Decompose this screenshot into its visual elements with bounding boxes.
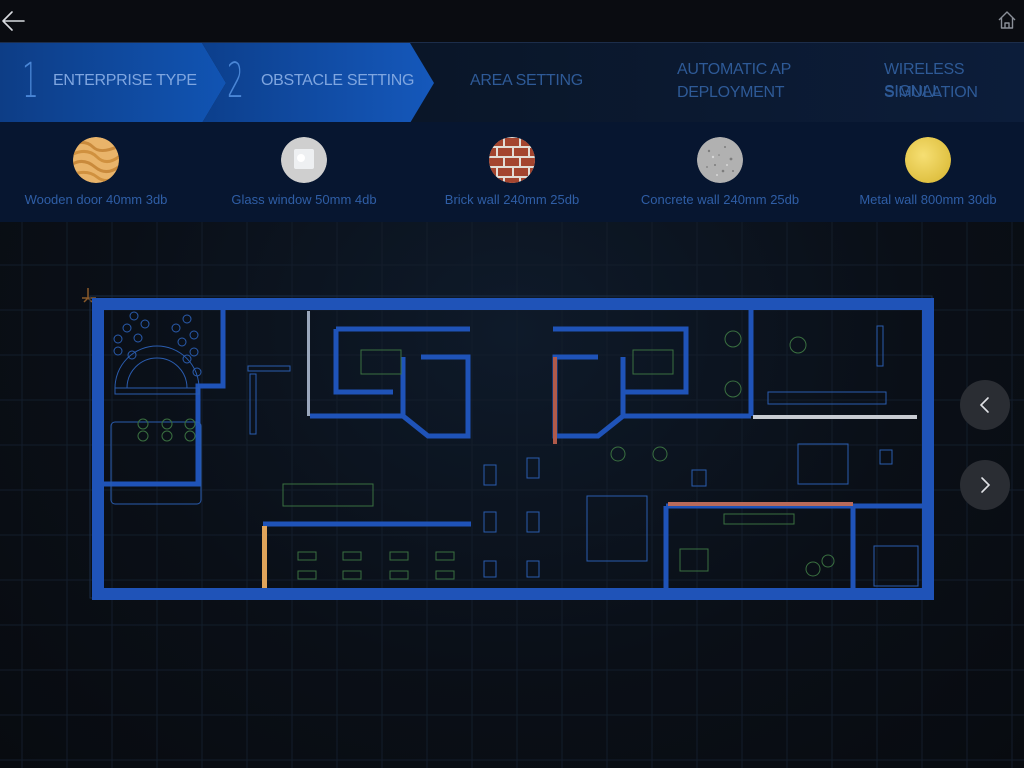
step-number: 2 [227, 53, 244, 109]
step-number: 1 [22, 53, 39, 109]
step-wireless-signal-simulation[interactable]: WIRELESS SIGNAL SIMULATION [870, 43, 1024, 123]
wooden-door-segment[interactable] [262, 526, 267, 588]
chevron-left-icon [979, 397, 989, 413]
step-label-line2: SIMULATION [884, 84, 978, 101]
material-label: Wooden door 40mm 3db [24, 192, 168, 207]
step-label-line2: DEPLOYMENT [677, 84, 785, 101]
step-area-setting[interactable]: AREA SETTING [440, 43, 620, 123]
concrete-texture-icon [697, 137, 743, 183]
material-label: Glass window 50mm 4db [231, 192, 377, 207]
step-label: ENTERPRISE TYPE [53, 72, 197, 89]
material-glass-window[interactable]: Glass window 50mm 4db [204, 122, 404, 222]
plan-boundary [89, 295, 933, 599]
floor-plan[interactable] [78, 284, 940, 604]
material-label: Brick wall 240mm 25db [444, 192, 580, 207]
obstacle-materials: Wooden door 40mm 3db Glass window 50mm 4… [0, 122, 1024, 222]
brick-wall-segment[interactable] [668, 502, 853, 506]
glass-texture-icon [281, 137, 327, 183]
home-button[interactable] [996, 9, 1018, 31]
step-label: OBSTACLE SETTING [261, 72, 415, 89]
material-label: Concrete wall 240mm 25db [640, 192, 800, 207]
wood-texture-icon [73, 137, 119, 183]
furniture-green [137, 330, 835, 580]
back-button[interactable] [0, 8, 28, 34]
material-wooden-door[interactable]: Wooden door 40mm 3db [0, 122, 196, 222]
top-bar [0, 0, 1024, 42]
material-metal-wall[interactable]: Metal wall 800mm 30db [828, 122, 1024, 222]
material-label: Metal wall 800mm 30db [859, 192, 997, 207]
brick-texture-icon [489, 137, 535, 183]
arrow-left-icon [2, 11, 25, 31]
material-brick-wall[interactable]: Brick wall 240mm 25db [412, 122, 612, 222]
step-automatic-ap-deployment[interactable]: AUTOMATIC AP DEPLOYMENT [660, 43, 840, 123]
chevron-right-icon [981, 477, 991, 493]
step-obstacle-setting[interactable]: 2 OBSTACLE SETTING [205, 43, 415, 123]
glass-wall-segment[interactable] [307, 311, 310, 416]
glass-window-segment[interactable] [753, 415, 917, 419]
brick-wall-segment[interactable] [553, 357, 557, 444]
step-label: AREA SETTING [470, 72, 583, 89]
metal-texture-icon [905, 137, 951, 183]
walls [92, 298, 934, 600]
material-concrete-wall[interactable]: Concrete wall 240mm 25db [620, 122, 820, 222]
wizard-steps: 1 ENTERPRISE TYPE 2 OBSTACLE SETTING ARE… [0, 42, 1024, 123]
previous-button[interactable] [960, 380, 1010, 430]
next-button[interactable] [960, 460, 1010, 510]
step-enterprise-type[interactable]: 1 ENTERPRISE TYPE [0, 43, 205, 123]
home-icon [998, 11, 1016, 29]
step-label-line1: AUTOMATIC AP [677, 61, 792, 78]
